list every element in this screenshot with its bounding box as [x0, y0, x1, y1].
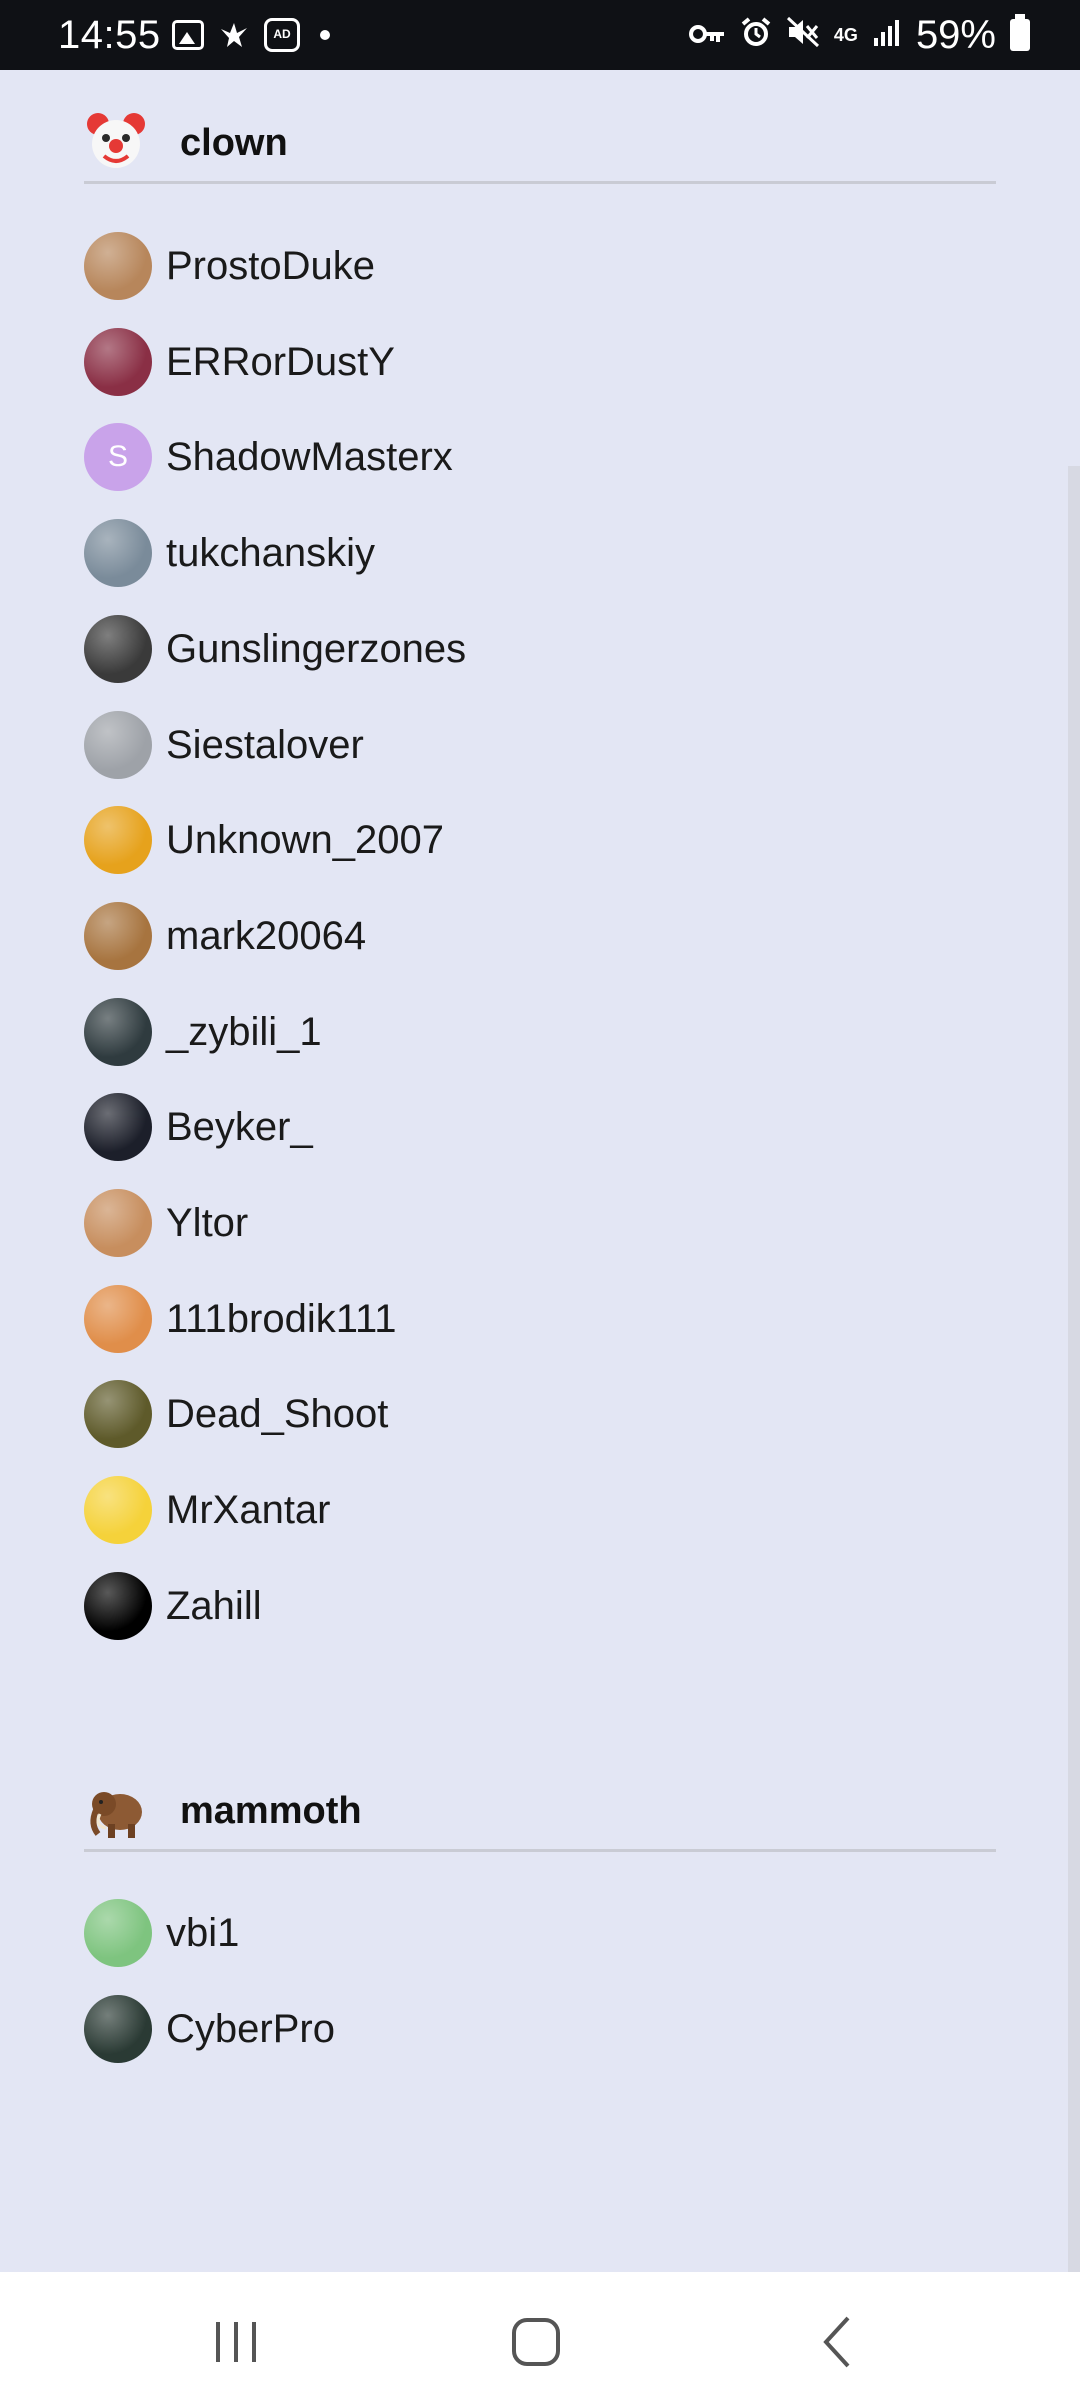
avatar[interactable] [84, 1476, 152, 1545]
member-row[interactable]: Unknown_2007 [84, 800, 984, 880]
recent-apps-button[interactable] [196, 2302, 276, 2382]
notification-icons: AD [172, 18, 330, 52]
mammoth-icon [84, 1778, 148, 1842]
member-name[interactable]: CyberPro [166, 2007, 335, 2052]
member-name[interactable]: _zybili_1 [166, 1010, 322, 1055]
avatar[interactable] [84, 1284, 152, 1353]
avatar[interactable] [84, 1899, 152, 1967]
battery-icon [1010, 14, 1030, 51]
clown-face-icon [84, 110, 148, 174]
section-title: mammoth [180, 1790, 362, 1832]
scrollbar[interactable] [1068, 466, 1080, 2272]
member-row[interactable]: Zahill [84, 1566, 984, 1646]
member-name[interactable]: ShadowMasterx [166, 435, 453, 480]
avatar[interactable] [84, 901, 152, 970]
avatar[interactable] [84, 1093, 152, 1162]
gallery-icon [172, 20, 204, 50]
member-row[interactable]: mark20064 [84, 896, 984, 976]
member-row[interactable]: S ShadowMasterx [84, 417, 984, 497]
4g-icon: 4G [833, 25, 858, 45]
member-name[interactable]: ERRorDustY [166, 340, 395, 385]
avatar[interactable] [84, 710, 152, 779]
member-row[interactable]: MrXantar [84, 1470, 984, 1550]
mute-icon [786, 14, 820, 56]
member-row[interactable]: Yltor [84, 1183, 984, 1263]
member-row[interactable]: 111brodik111 [84, 1279, 984, 1359]
member-name[interactable]: MrXantar [166, 1488, 331, 1533]
key-icon [688, 14, 726, 56]
member-row[interactable]: tukchanskiy [84, 513, 984, 593]
navigation-bar [0, 2272, 1080, 2408]
signal-icon [872, 14, 902, 56]
member-name[interactable]: vbi1 [166, 1911, 239, 1956]
member-row[interactable]: Dead_Shoot [84, 1374, 984, 1454]
member-name[interactable]: Dead_Shoot [166, 1392, 388, 1437]
section-header-clown: clown [84, 104, 996, 184]
member-row[interactable]: Siestalover [84, 705, 984, 785]
member-name[interactable]: Gunslingerzones [166, 627, 466, 672]
member-name[interactable]: Zahill [166, 1584, 262, 1629]
avatar[interactable] [84, 327, 152, 396]
avatar[interactable] [84, 1380, 152, 1449]
bird-icon [218, 19, 250, 51]
ad-blocker-icon: AD [264, 18, 300, 52]
member-row[interactable]: Beyker_ [84, 1087, 984, 1167]
recent-apps-icon [216, 2322, 256, 2362]
section-title: clown [180, 122, 288, 164]
member-name[interactable]: tukchanskiy [166, 531, 375, 576]
alarm-icon [740, 14, 772, 56]
member-name[interactable]: Unknown_2007 [166, 818, 444, 863]
back-icon [823, 2316, 850, 2368]
member-row[interactable]: ProstoDuke [84, 226, 984, 306]
member-name[interactable]: 111brodik111 [166, 1297, 397, 1342]
member-row[interactable]: vbi1 [84, 1893, 984, 1973]
dot-icon [320, 30, 330, 40]
avatar[interactable] [84, 1189, 152, 1257]
member-row[interactable]: ERRorDustY [84, 322, 984, 402]
back-button[interactable] [798, 2302, 878, 2382]
member-name[interactable]: ProstoDuke [166, 244, 375, 289]
avatar[interactable] [84, 232, 152, 300]
member-name[interactable]: Siestalover [166, 723, 364, 768]
system-icons: 4G 59% [688, 14, 1030, 56]
avatar[interactable] [84, 997, 152, 1066]
avatar[interactable] [84, 806, 152, 875]
member-name[interactable]: mark20064 [166, 914, 366, 959]
avatar[interactable]: S [84, 423, 152, 492]
status-bar: 14:55 AD 4G 59% [0, 0, 1080, 70]
avatar[interactable] [84, 1994, 152, 2063]
member-row[interactable]: CyberPro [84, 1989, 984, 2069]
member-row[interactable]: Gunslingerzones [84, 609, 984, 689]
avatar[interactable] [84, 614, 152, 683]
member-row[interactable]: _zybili_1 [84, 992, 984, 1072]
section-header-mammoth: mammoth [84, 1772, 996, 1852]
member-name[interactable]: Beyker_ [166, 1105, 313, 1150]
home-icon [512, 2318, 560, 2366]
avatar[interactable] [84, 1571, 152, 1640]
member-name[interactable]: Yltor [166, 1201, 248, 1246]
battery-percent: 59% [915, 13, 996, 57]
avatar[interactable] [84, 519, 152, 588]
status-time: 14:55 [58, 13, 161, 57]
home-button[interactable] [496, 2302, 576, 2382]
